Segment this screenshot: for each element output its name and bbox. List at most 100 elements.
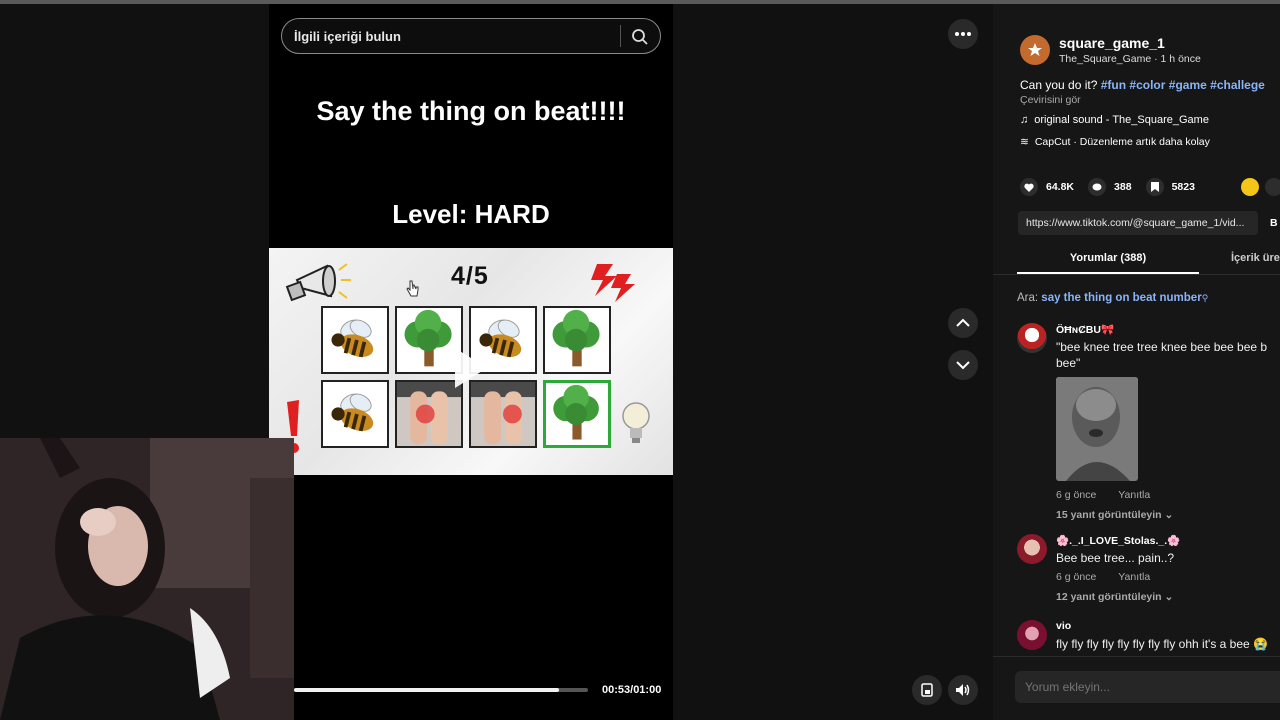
heart-icon bbox=[1020, 178, 1038, 196]
mouse-cursor-icon bbox=[406, 280, 419, 297]
post-caption: Can you do it? #fun #color #game #challe… bbox=[1020, 78, 1265, 92]
commenter-avatar[interactable] bbox=[1017, 534, 1047, 564]
tab-creator-videos[interactable]: İçerik üret bbox=[1231, 252, 1280, 264]
grid-cell-tree-active bbox=[543, 380, 611, 448]
sound-link[interactable]: ♫ original sound - The_Square_Game bbox=[1020, 114, 1209, 126]
play-icon[interactable] bbox=[455, 348, 487, 388]
view-replies-label: 15 yanıt görüntüleyin bbox=[1056, 509, 1162, 521]
comment-meta: 6 g önce Yanıtla bbox=[1056, 571, 1172, 583]
video-title: Say the thing on beat!!!! bbox=[316, 96, 626, 126]
volume-icon bbox=[956, 684, 970, 696]
hashtag-link[interactable]: #color bbox=[1129, 78, 1165, 92]
grid-cell-bee bbox=[321, 306, 389, 374]
commenter-avatar[interactable] bbox=[1017, 323, 1047, 353]
search-suggest-query: say the thing on beat number bbox=[1041, 292, 1202, 304]
author-subline: The_Square_Game · 1 h önce bbox=[1059, 53, 1201, 65]
next-video-button[interactable] bbox=[948, 350, 978, 380]
comment-input[interactable] bbox=[1015, 671, 1280, 703]
search-icon: ⚲ bbox=[1201, 293, 1209, 303]
comment-image[interactable] bbox=[1056, 377, 1138, 481]
comment-button[interactable]: 388 bbox=[1088, 178, 1132, 196]
center-background bbox=[673, 4, 993, 720]
picture-in-picture-button[interactable] bbox=[912, 675, 942, 705]
comment-search-suggestion[interactable]: Ara: say the thing on beat number⚲ bbox=[1017, 292, 1208, 304]
previous-video-button[interactable] bbox=[948, 308, 978, 338]
author-avatar[interactable] bbox=[1020, 35, 1050, 65]
search-divider bbox=[620, 25, 621, 47]
hashtag-link[interactable]: #fun bbox=[1101, 78, 1126, 92]
embed-code-icon[interactable] bbox=[1265, 178, 1280, 196]
save-count: 5823 bbox=[1171, 181, 1195, 193]
music-note-icon: ♫ bbox=[1020, 114, 1029, 126]
video-progress-fill bbox=[294, 688, 559, 692]
video-url-field[interactable]: https://www.tiktok.com/@square_game_1/vi… bbox=[1018, 211, 1258, 235]
engagement-stats: 64.8K 388 5823 bbox=[1020, 176, 1209, 198]
sound-label: original sound - The_Square_Game bbox=[1034, 114, 1209, 126]
author-username[interactable]: square_game_1 bbox=[1059, 35, 1165, 51]
tab-comments[interactable]: Yorumlar (388) bbox=[1017, 248, 1199, 274]
copy-link-button[interactable]: B bbox=[1270, 217, 1278, 229]
capcut-link[interactable]: ≋ CapCut · Düzenleme artık daha kolay bbox=[1020, 136, 1210, 148]
tree-icon bbox=[553, 384, 599, 440]
search-suggest-prefix: Ara: bbox=[1017, 292, 1042, 304]
video-progress-bar[interactable] bbox=[294, 688, 588, 692]
view-replies-button[interactable]: 12 yanıt görüntüleyin ⌄ bbox=[1056, 591, 1173, 603]
comment-text-line: "bee knee tree tree knee bee bee bee b bbox=[1056, 340, 1268, 354]
view-replies-label: 12 yanıt görüntüleyin bbox=[1056, 591, 1162, 603]
comment-item: vio fly fly fly fly fly fly fly fly ohh … bbox=[1017, 620, 1280, 656]
lightning-icon bbox=[591, 264, 635, 302]
grid-cell-tree bbox=[543, 306, 611, 374]
knee-icon bbox=[471, 382, 535, 445]
video-player[interactable]: İlgili içeriği bulun Say the thing on be… bbox=[269, 4, 673, 720]
comment-item: 🌸._.I_LOVE_Stolas._.🌸 Bee bee tree... pa… bbox=[1017, 534, 1280, 610]
volume-button[interactable] bbox=[948, 675, 978, 705]
commenter-avatar[interactable] bbox=[1017, 620, 1047, 650]
search-bar[interactable]: İlgili içeriği bulun bbox=[281, 18, 661, 54]
like-button[interactable]: 64.8K bbox=[1020, 178, 1074, 196]
like-count: 64.8K bbox=[1046, 181, 1075, 193]
streamer-image bbox=[0, 438, 294, 720]
meme-face-image bbox=[1056, 377, 1138, 481]
comment-item: ÖĦɴȻBU🎀 "bee knee tree tree knee bee bee… bbox=[1017, 323, 1280, 523]
comment-input-divider bbox=[993, 656, 1280, 657]
more-icon bbox=[955, 32, 971, 36]
comment-icon bbox=[1088, 178, 1107, 196]
video-time: 00:53/01:00 bbox=[602, 684, 662, 696]
commenter-name[interactable]: 🌸._.I_LOVE_Stolas._.🌸 bbox=[1056, 534, 1180, 547]
commenter-name[interactable]: ÖĦɴȻBU🎀 bbox=[1056, 323, 1114, 336]
comment-time: 6 g önce bbox=[1056, 571, 1097, 583]
search-input[interactable]: İlgili içeriği bulun bbox=[294, 29, 401, 44]
caption-text: Can you do it? bbox=[1020, 78, 1101, 92]
more-options-button[interactable] bbox=[948, 19, 978, 49]
reply-button[interactable]: Yanıtla bbox=[1118, 571, 1150, 583]
star-icon bbox=[1028, 43, 1042, 56]
comment-text-line: fly fly fly fly fly fly fly fly ohh it's… bbox=[1056, 637, 1268, 651]
capcut-icon: ≋ bbox=[1020, 136, 1029, 148]
grid-cell-bee bbox=[321, 380, 389, 448]
see-translation-link[interactable]: Çevirisini gör bbox=[1020, 94, 1081, 106]
view-replies-button[interactable]: 15 yanıt görüntüleyin ⌄ bbox=[1056, 509, 1173, 521]
chevron-down-icon bbox=[956, 361, 970, 370]
video-level: Level: HARD bbox=[392, 199, 550, 229]
tab-divider bbox=[993, 274, 1280, 275]
game-board: 4/5 bbox=[269, 248, 673, 475]
comment-time: 6 g önce bbox=[1056, 489, 1097, 501]
bookmark-icon bbox=[1145, 178, 1164, 196]
gift-coin-icon[interactable] bbox=[1241, 178, 1259, 196]
chevron-down-icon: ⌄ bbox=[1164, 591, 1174, 603]
search-icon[interactable] bbox=[631, 28, 649, 46]
pip-icon bbox=[921, 683, 933, 697]
hashtag-link[interactable]: #game bbox=[1169, 78, 1207, 92]
bee-icon bbox=[331, 393, 374, 432]
grid-cell-knee bbox=[469, 380, 537, 448]
commenter-name[interactable]: vio bbox=[1056, 620, 1071, 632]
lightbulb-icon bbox=[622, 402, 650, 443]
chevron-up-icon bbox=[956, 318, 970, 327]
webcam-overlay bbox=[0, 438, 294, 720]
hashtag-link[interactable]: #challege bbox=[1210, 78, 1265, 92]
grid-cell-knee bbox=[395, 380, 463, 448]
comment-meta: 6 g önce Yanıtla bbox=[1056, 489, 1172, 501]
save-button[interactable]: 5823 bbox=[1145, 178, 1195, 196]
reply-button[interactable]: Yanıtla bbox=[1118, 489, 1150, 501]
capcut-label: CapCut · Düzenleme artık daha kolay bbox=[1034, 136, 1210, 148]
